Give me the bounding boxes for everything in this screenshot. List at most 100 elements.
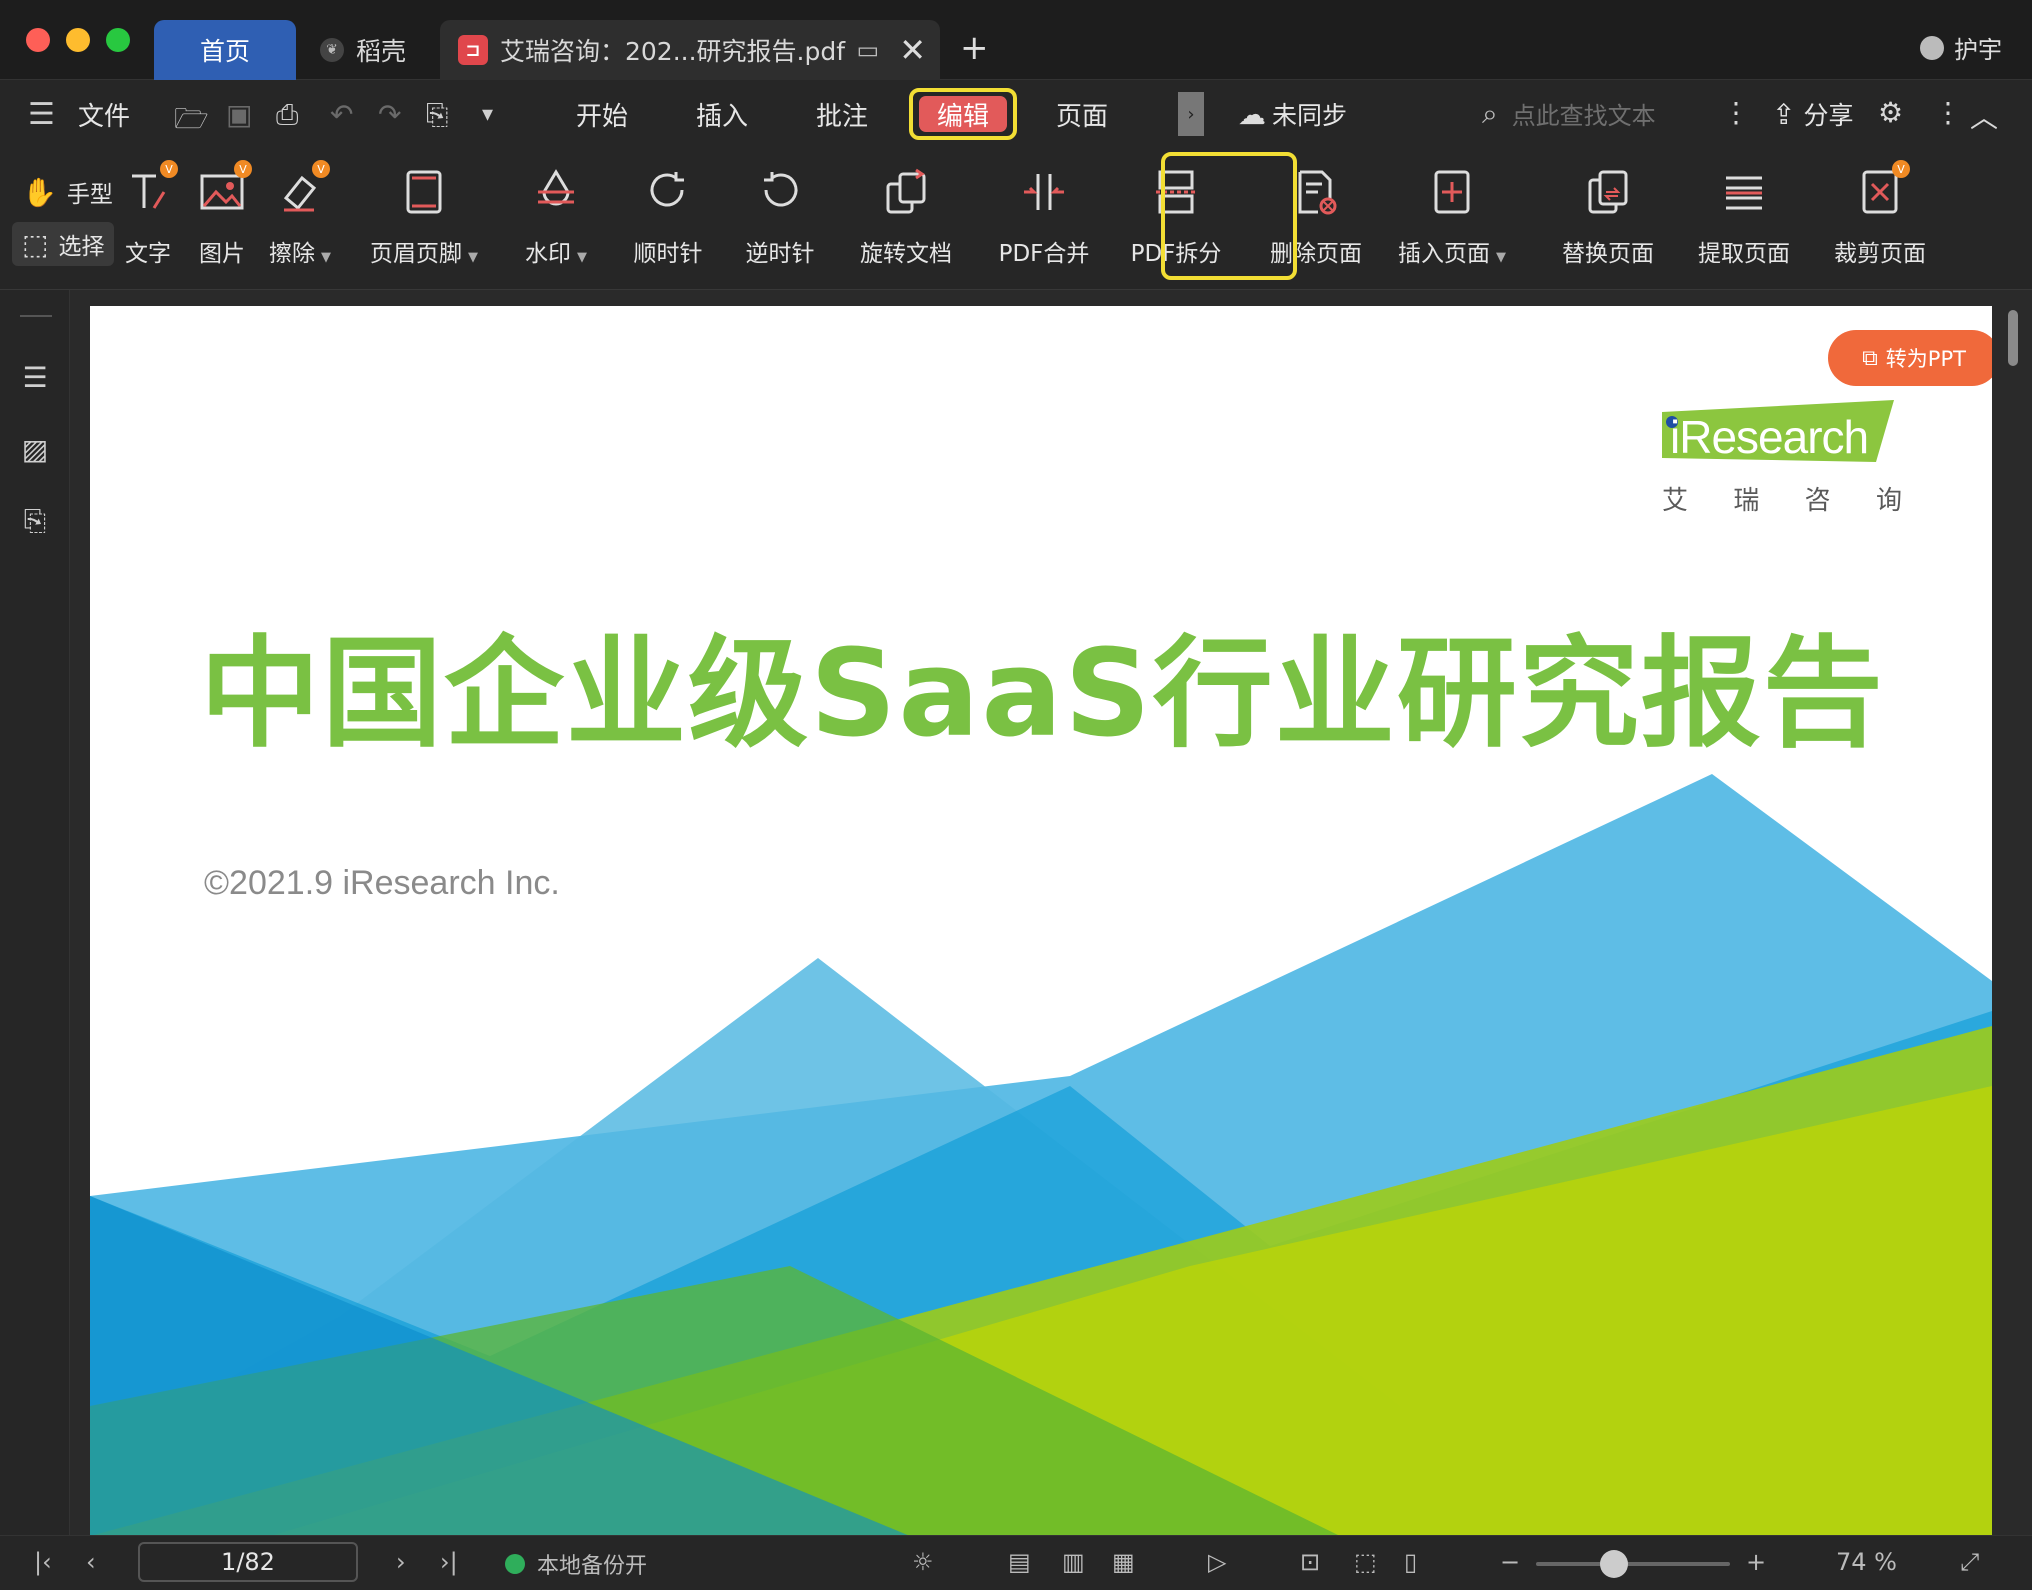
tab-edit[interactable]: 编辑 [919, 96, 1007, 132]
last-page-icon[interactable]: ›| [440, 1548, 458, 1576]
dropdown-arrow-icon[interactable]: ▼ [577, 250, 587, 265]
zoom-slider-knob[interactable] [1600, 1550, 1628, 1578]
continuous-view-icon[interactable]: ▥ [1062, 1548, 1085, 1576]
rotate-counterclockwise-icon [752, 164, 808, 220]
vertical-scrollbar[interactable] [2008, 290, 2026, 1535]
document-title: 中国企业级SaaS行业研究报告 [200, 625, 1885, 764]
export-icon[interactable]: ⎘ [426, 98, 448, 132]
tab-edit-highlight[interactable]: 编辑 [909, 88, 1017, 140]
share-button[interactable]: ⇪ 分享 [1772, 96, 1853, 132]
minimize-window-button[interactable] [66, 28, 90, 52]
tool-rotate-document[interactable]: 旋转文档 [851, 164, 961, 274]
tab-page[interactable]: 页面 [1056, 96, 1108, 133]
outline-icon[interactable]: ☰ [18, 360, 52, 394]
zoom-level[interactable]: 74 % [1836, 1548, 1897, 1576]
dropdown-arrow-icon[interactable]: ▼ [468, 250, 478, 265]
hamburger-menu-icon[interactable]: ☰ [28, 92, 55, 136]
extract-page-icon [1716, 164, 1772, 220]
sync-status[interactable]: ☁ 未同步 [1238, 96, 1347, 132]
page-number-input[interactable]: 1/82 [138, 1542, 358, 1582]
tool-label: 擦除 ▼ [269, 234, 331, 268]
actual-size-icon[interactable]: ⊡ [1300, 1548, 1320, 1576]
iresearch-logo: iResearch 艾 瑞 咨 询 [1662, 400, 1902, 554]
customize-dropdown-icon[interactable]: ▾ [482, 102, 493, 127]
monitor-icon[interactable]: ▭ [857, 36, 880, 64]
tool-rotate-counterclockwise[interactable]: 逆时针 [725, 164, 835, 274]
rotate-document-icon [878, 164, 934, 220]
fullscreen-icon[interactable]: ⤢ [1960, 1548, 1979, 1576]
tool-label-text: 裁剪页面 [1834, 241, 1926, 267]
gear-icon[interactable]: ⚙ [1878, 96, 1903, 129]
redo-icon[interactable]: ↷ [378, 98, 401, 131]
search-box[interactable]: ⌕ 点此查找文本 [1482, 96, 1656, 131]
more-options-icon[interactable]: ⋮ [1722, 96, 1750, 129]
logo-char: 瑞 [1733, 486, 1760, 516]
scrollbar-thumb[interactable] [2008, 310, 2018, 366]
file-menu[interactable]: 文件 [78, 92, 130, 136]
save-icon[interactable]: ▣ [226, 98, 252, 131]
tab-docer[interactable]: ❦ 稻壳 [312, 20, 432, 80]
tool-label: 插入页面 ▼ [1398, 234, 1506, 268]
pdf-page: ⧉ 转为PPT iResearch 艾 瑞 咨 询 中国企业级SaaS行业研究报… [90, 306, 1992, 1536]
tool-watermark[interactable]: 水印 ▼ [501, 164, 611, 274]
new-tab-button[interactable]: + [960, 28, 989, 68]
menu-bar: ☰ 文件 🗁 ▣ ⎙ ↶ ↷ ⎘ ▾ 开始 插入 批注 编辑 页面 › ☁ 未同… [0, 80, 2032, 150]
brightness-icon[interactable]: ☼ [912, 1548, 934, 1576]
tool-pdf-merge[interactable]: PDF合并 [989, 164, 1099, 274]
tab-insert[interactable]: 插入 [696, 96, 748, 133]
tab-annotate[interactable]: 批注 [816, 96, 868, 133]
tool-crop-page[interactable]: V 裁剪页面 [1825, 160, 1935, 274]
tab-home[interactable]: 首页 [154, 20, 296, 80]
fit-page-icon[interactable]: ▯ [1404, 1548, 1417, 1576]
tool-eraser[interactable]: V 擦除 ▼ [245, 160, 355, 274]
first-page-icon[interactable]: |‹ [34, 1548, 52, 1576]
convert-to-ppt-button[interactable]: ⧉ 转为PPT [1828, 330, 1992, 386]
tab-docer-label: 稻壳 [356, 37, 407, 66]
document-copyright: ©2021.9 iResearch Inc. [204, 864, 560, 902]
tool-header-footer[interactable]: 页眉页脚 ▼ [369, 164, 479, 274]
more-vertical-icon[interactable]: ⋮ [1934, 96, 1962, 129]
local-backup-status[interactable]: 本地备份开 [505, 1548, 647, 1580]
zoom-in-icon[interactable]: + [1746, 1548, 1766, 1576]
tab-document[interactable]: ⊐ 艾瑞咨询：202...研究报告.pdf ▭ ✕ [440, 20, 940, 80]
search-input[interactable]: 点此查找文本 [1512, 96, 1656, 131]
zoom-slider-track[interactable] [1536, 1562, 1730, 1566]
dropdown-arrow-icon[interactable]: ▼ [1496, 250, 1506, 265]
open-folder-icon[interactable]: 🗁 [174, 98, 209, 146]
tool-label: 文字 [125, 234, 171, 268]
tool-insert-page[interactable]: 插入页面 ▼ [1397, 164, 1507, 274]
tool-label-text: 插入页面 [1398, 241, 1490, 267]
export-page-icon[interactable]: ⎘ [18, 504, 52, 538]
maximize-window-button[interactable] [106, 28, 130, 52]
chevron-right-icon[interactable]: › [1178, 92, 1204, 136]
crop-page-icon: V [1852, 160, 1910, 220]
user-account[interactable]: 护宇 [1920, 30, 2002, 65]
logo-char: 艾 [1662, 486, 1689, 516]
single-page-view-icon[interactable]: ▤ [1008, 1548, 1031, 1576]
backup-status-icon [505, 1554, 525, 1574]
vip-badge-icon: V [1892, 160, 1910, 178]
tool-label-text: 替换页面 [1562, 241, 1654, 267]
fit-width-icon[interactable]: ⬚ [1354, 1548, 1377, 1576]
close-tab-icon[interactable]: ✕ [899, 31, 926, 69]
zoom-out-icon[interactable]: − [1500, 1548, 1520, 1576]
tool-label: 水印 ▼ [525, 234, 587, 268]
play-icon[interactable]: ▷ [1208, 1548, 1226, 1576]
document-canvas[interactable]: ⧉ 转为PPT iResearch 艾 瑞 咨 询 中国企业级SaaS行业研究报… [70, 290, 2032, 1536]
two-page-view-icon[interactable]: ▦ [1112, 1548, 1135, 1576]
dropdown-arrow-icon[interactable]: ▼ [321, 250, 331, 265]
tool-label-text: 水印 [525, 241, 571, 267]
select-cursor-icon: ⬚ [22, 227, 49, 261]
close-window-button[interactable] [26, 28, 50, 52]
tab-start[interactable]: 开始 [576, 96, 628, 133]
print-icon[interactable]: ⎙ [276, 98, 298, 132]
thumbnail-icon[interactable]: ▨ [18, 432, 52, 466]
prev-page-icon[interactable]: ‹ [86, 1548, 96, 1576]
tool-replace-page[interactable]: 替换页面 [1553, 164, 1663, 274]
collapse-ribbon-icon[interactable]: ︿ [1970, 96, 1998, 136]
tool-label: PDF合并 [999, 234, 1090, 268]
tool-rotate-clockwise[interactable]: 顺时针 [613, 164, 723, 274]
tool-extract-page[interactable]: 提取页面 [1689, 164, 1799, 274]
undo-icon[interactable]: ↶ [330, 98, 353, 131]
next-page-icon[interactable]: › [396, 1548, 406, 1576]
